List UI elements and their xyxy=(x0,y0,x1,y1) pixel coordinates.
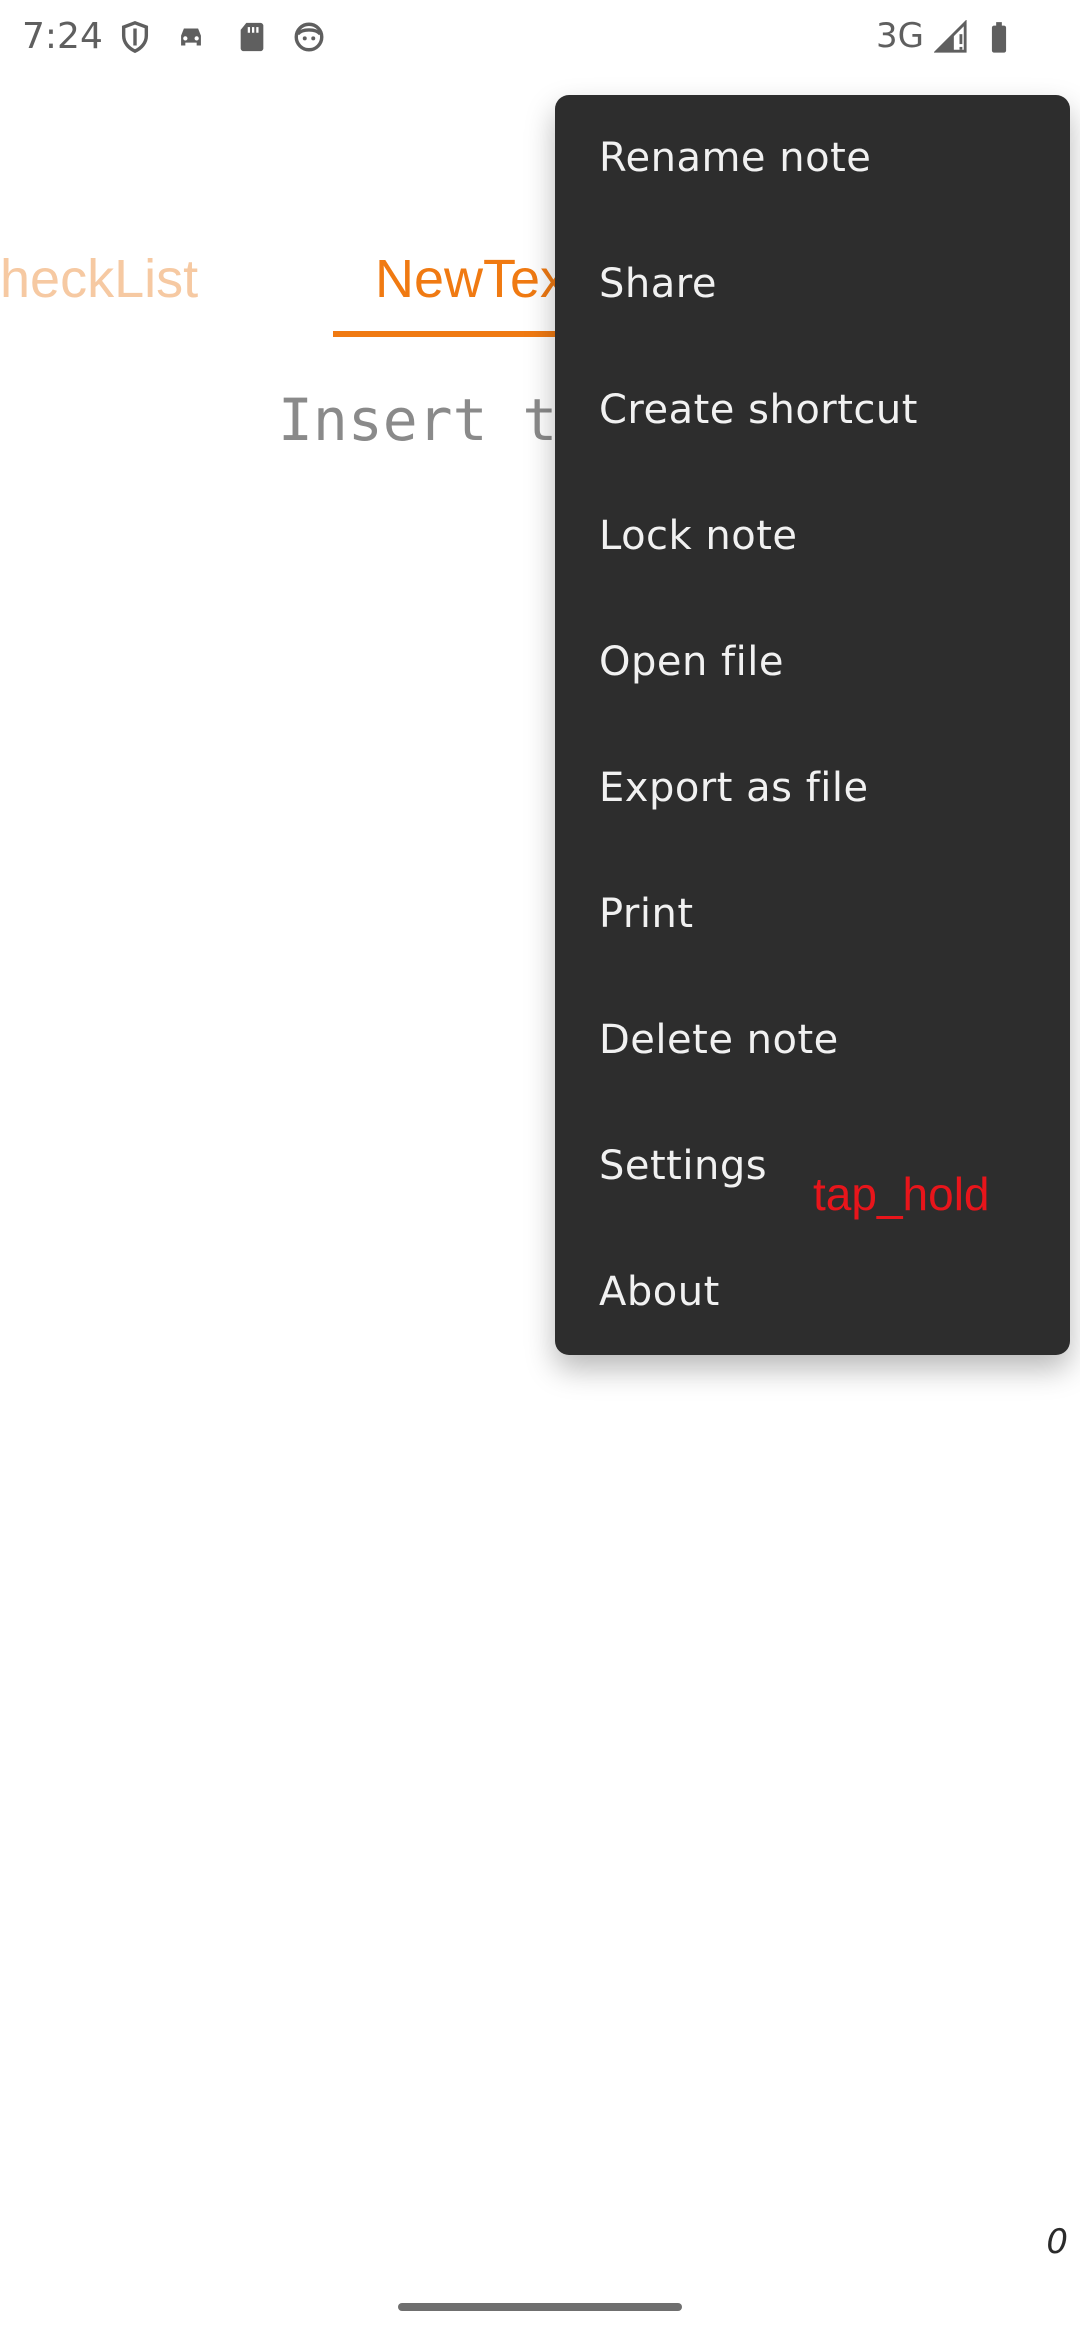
character-count: 0 xyxy=(1046,2222,1068,2262)
menu-item-export-as-file[interactable]: Export as file xyxy=(555,725,1070,851)
menu-item-about[interactable]: About xyxy=(555,1229,1070,1355)
car-icon xyxy=(174,20,208,54)
battery-icon xyxy=(982,20,1016,54)
screen: 7:24 3G heckList NewTex Insert te Rename… xyxy=(0,0,1080,2340)
action-annotation: tap_hold xyxy=(813,1168,990,1220)
network-type: 3G xyxy=(876,16,924,56)
navigation-handle[interactable] xyxy=(398,2303,682,2311)
shield-icon xyxy=(118,20,152,54)
sd-card-icon xyxy=(235,20,269,54)
status-bar: 7:24 3G xyxy=(0,0,1080,74)
menu-item-print[interactable]: Print xyxy=(555,851,1070,977)
tab-checklist[interactable]: heckList xyxy=(0,248,198,310)
signal-icon xyxy=(934,20,968,54)
note-text-input[interactable]: Insert te xyxy=(278,386,592,454)
status-time: 7:24 xyxy=(22,16,103,57)
menu-item-share[interactable]: Share xyxy=(555,221,1070,347)
tab-newtext[interactable]: NewTex xyxy=(375,248,567,310)
menu-item-open-file[interactable]: Open file xyxy=(555,599,1070,725)
menu-item-lock-note[interactable]: Lock note xyxy=(555,473,1070,599)
menu-item-rename-note[interactable]: Rename note xyxy=(555,95,1070,221)
menu-item-delete-note[interactable]: Delete note xyxy=(555,977,1070,1103)
face-icon xyxy=(292,20,326,54)
overflow-menu: Rename note Share Create shortcut Lock n… xyxy=(555,95,1070,1355)
menu-item-create-shortcut[interactable]: Create shortcut xyxy=(555,347,1070,473)
